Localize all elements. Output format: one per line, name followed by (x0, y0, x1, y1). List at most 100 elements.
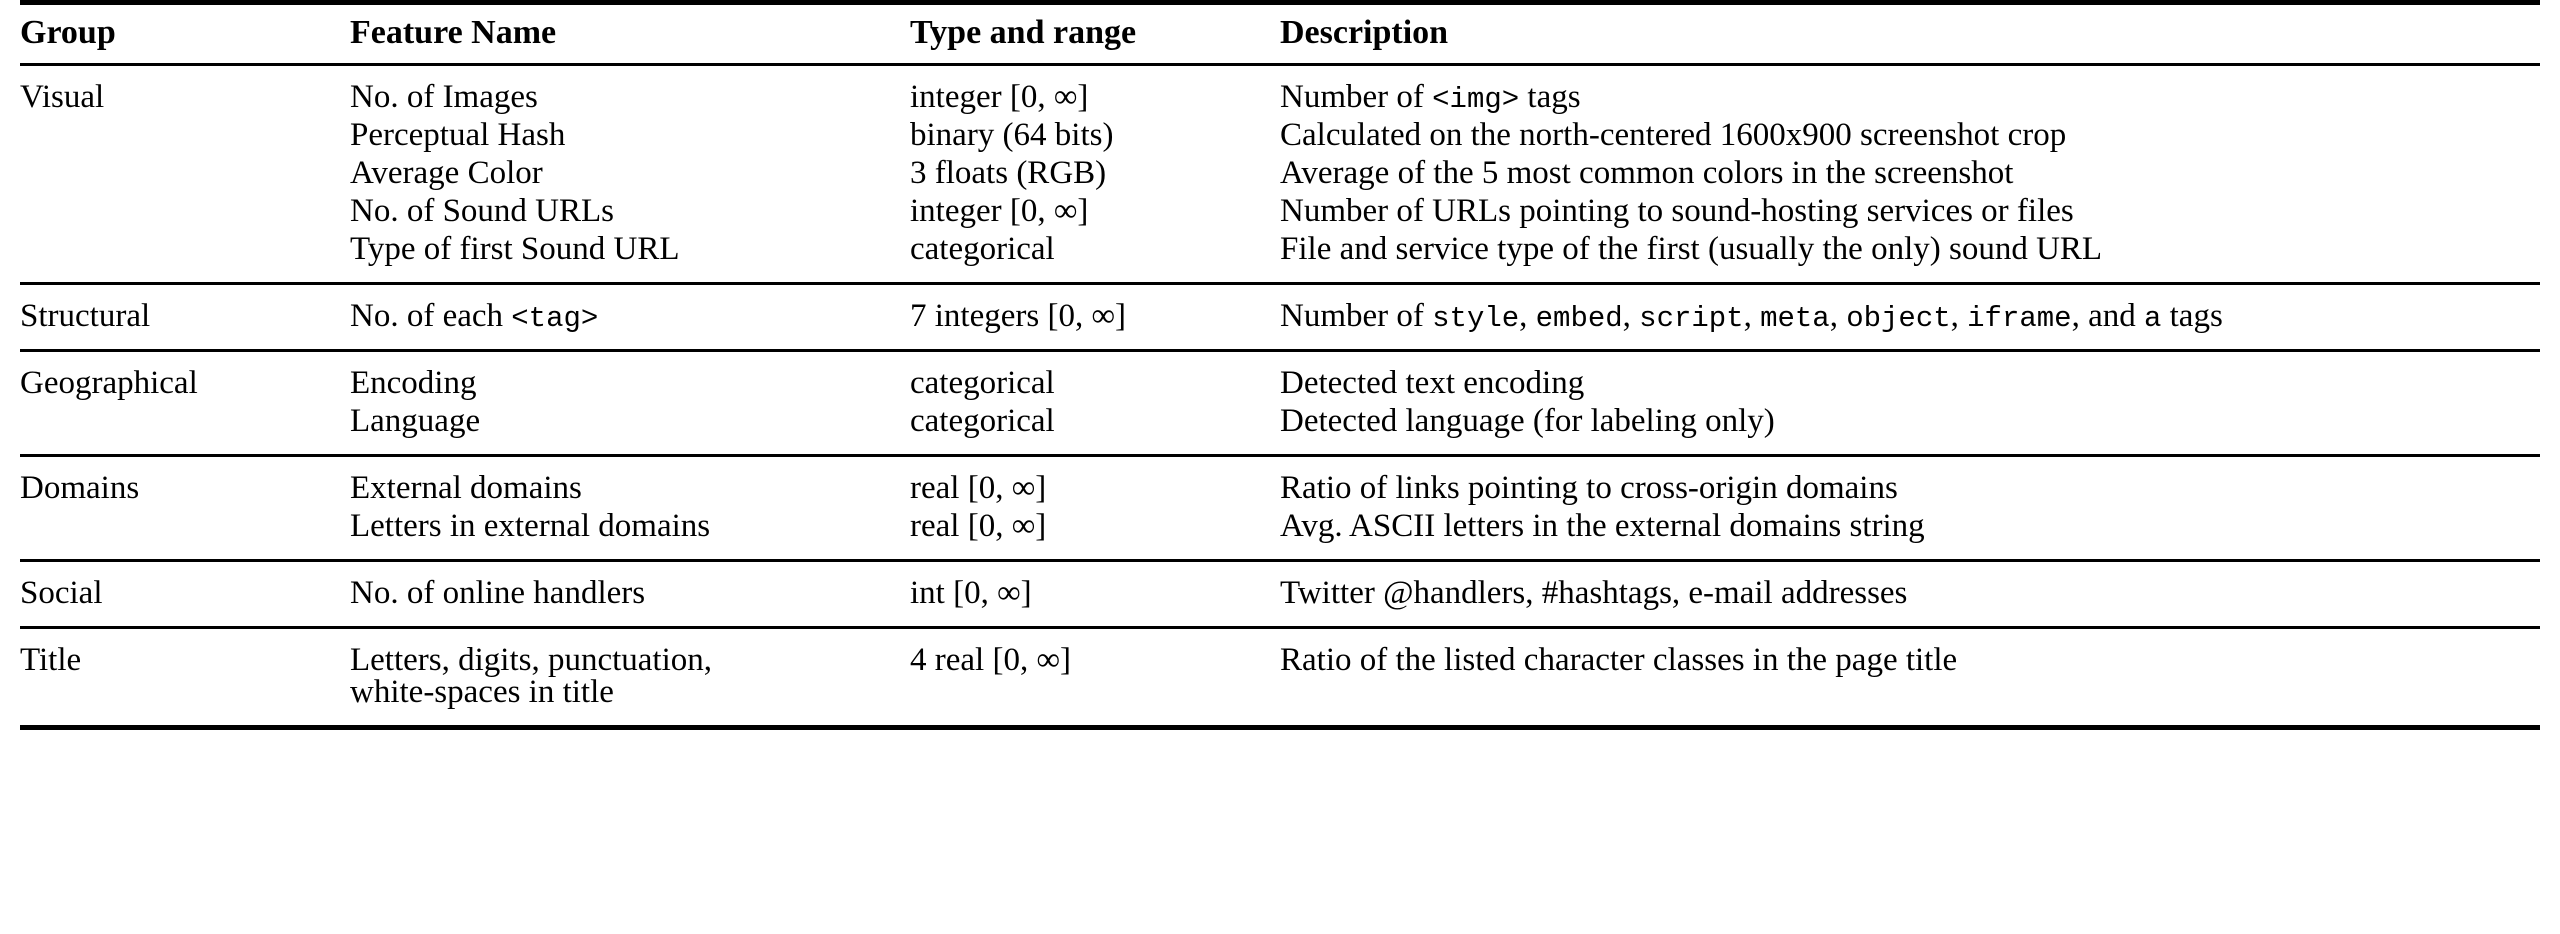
feature-type: categorical (910, 403, 1055, 439)
table-header: Group Feature Name Type and range Descri… (20, 2, 2540, 65)
column-header-type-and-range: Type and range (910, 14, 1137, 51)
cell-type-range: integer [0, ∞] (910, 189, 1280, 228)
cell-type-range: integer [0, ∞] (910, 65, 1280, 114)
feature-description: Number of <img> tags (1280, 79, 2540, 116)
description-text: , (1622, 298, 1640, 334)
cell-description: Calculated on the north-centered 1600x90… (1280, 113, 2540, 153)
table-row: Domains External domains real [0, ∞] Rat… (20, 456, 2540, 505)
cell-feature-name: External domains (350, 456, 910, 505)
description-text: , (1950, 298, 1968, 334)
cell-description: Detected language (for labeling only) (1280, 399, 2540, 456)
feature-name: No. of Sound URLs (350, 193, 615, 229)
cell-group: Visual (20, 65, 350, 114)
feature-type: integer [0, ∞] (910, 79, 1089, 115)
cell-group (20, 227, 350, 284)
feature-description: Average of the 5 most common colors in t… (1280, 155, 2014, 191)
description-text: , (1743, 298, 1761, 334)
feature-name: No. of online handlers (350, 575, 646, 611)
feature-description: Calculated on the north-centered 1600x90… (1280, 117, 2067, 153)
cell-description: Ratio of links pointing to cross-origin … (1280, 456, 2540, 505)
table-row: Type of first Sound URL categorical File… (20, 227, 2540, 284)
cell-type-range: 4 real [0, ∞] (910, 628, 1280, 728)
tag-name-code: script (1639, 302, 1744, 335)
cell-description: Avg. ASCII letters in the external domai… (1280, 504, 2540, 561)
tag-name-code: a (2143, 302, 2162, 335)
feature-type: binary (64 bits) (910, 117, 1114, 153)
table-row: No. of Sound URLs integer [0, ∞] Number … (20, 189, 2540, 229)
cell-group: Social (20, 561, 350, 628)
feature-description: Ratio of the listed character classes in… (1280, 642, 1958, 678)
description-text: Number of (1280, 298, 1433, 334)
feature-name: Encoding (350, 365, 477, 401)
cell-feature-name: Encoding (350, 351, 910, 400)
cell-group (20, 399, 350, 456)
column-header-feature-name: Feature Name (350, 14, 557, 51)
cell-group: Geographical (20, 351, 350, 400)
cell-group (20, 113, 350, 151)
group-label-visual: Visual (20, 79, 105, 115)
cell-type-range: categorical (910, 227, 1280, 284)
feature-description: Ratio of links pointing to cross-origin … (1280, 470, 1898, 506)
group-label-social: Social (20, 575, 103, 611)
cell-feature-name: Perceptual Hash (350, 113, 910, 153)
table-row: Social No. of online handlers int [0, ∞]… (20, 561, 2540, 628)
description-text: , (1519, 298, 1536, 334)
table-row: Visual No. of Images integer [0, ∞] Numb… (20, 65, 2540, 116)
feature-name: No. of Images (350, 79, 538, 115)
feature-type: 4 real [0, ∞] (910, 642, 1071, 678)
feature-description: File and service type of the first (usua… (1280, 231, 2103, 267)
feature-name: Letters in external domains (350, 508, 711, 544)
feature-name-line-1: Letters, digits, punctuation, (350, 642, 713, 678)
feature-name-text: No. of each (350, 298, 512, 334)
cell-feature-name: Letters in external domains (350, 504, 910, 561)
feature-name: Language (350, 403, 481, 439)
cell-group: Structural (20, 284, 350, 351)
table-row: Perceptual Hash binary (64 bits) Calcula… (20, 113, 2540, 153)
cell-type-range: 7 integers [0, ∞] (910, 284, 1280, 351)
cell-type-range: int [0, ∞] (910, 561, 1280, 628)
table-group-geographical: Geographical Encoding categorical Detect… (20, 350, 2540, 456)
cell-feature-name: No. of each <tag> (350, 284, 910, 351)
cell-description: Number of <img> tags (1280, 65, 2540, 116)
feature-name: Average Color (350, 155, 543, 191)
feature-type: int [0, ∞] (910, 575, 1032, 611)
cell-feature-name: Letters, digits, punctuation, white-spac… (350, 628, 910, 728)
feature-table: Group Feature Name Type and range Descri… (20, 0, 2540, 730)
group-label-geographical: Geographical (20, 365, 198, 401)
cell-description: Detected text encoding (1280, 351, 2540, 400)
cell-group: Title (20, 628, 350, 728)
feature-description: Number of URLs pointing to sound-hosting… (1280, 193, 2074, 229)
feature-type: 3 floats (RGB) (910, 155, 1107, 191)
cell-group (20, 189, 350, 227)
feature-type: real [0, ∞] (910, 508, 1047, 544)
tag-name-code: iframe (1967, 302, 2072, 335)
feature-type: categorical (910, 365, 1055, 401)
table-group-title: Title Letters, digits, punctuation, whit… (20, 627, 2540, 728)
feature-name: No. of each <tag> (350, 298, 910, 335)
cell-feature-name: No. of Images (350, 65, 910, 114)
feature-name: Type of first Sound URL (350, 231, 680, 267)
cell-description: Ratio of the listed character classes in… (1280, 628, 2540, 728)
cell-feature-name: Language (350, 399, 910, 456)
table-row: Letters in external domains real [0, ∞] … (20, 504, 2540, 561)
table-group-social: Social No. of online handlers int [0, ∞]… (20, 560, 2540, 628)
description-text-pre: Number of (1280, 79, 1433, 115)
group-label-structural: Structural (20, 298, 151, 334)
cell-feature-name: Type of first Sound URL (350, 227, 910, 284)
feature-name: Perceptual Hash (350, 117, 566, 153)
cell-group: Domains (20, 456, 350, 505)
table-group-structural: Structural No. of each <tag> 7 integers … (20, 283, 2540, 351)
table-group-domains: Domains External domains real [0, ∞] Rat… (20, 455, 2540, 561)
cell-description: Number of URLs pointing to sound-hosting… (1280, 189, 2540, 229)
column-header-group: Group (20, 14, 116, 51)
cell-description: Twitter @handlers, #hashtags, e-mail add… (1280, 561, 2540, 628)
cell-type-range: categorical (910, 351, 1280, 400)
group-label-title: Title (20, 642, 82, 678)
feature-type: 7 integers [0, ∞] (910, 298, 1126, 334)
cell-type-range: categorical (910, 399, 1280, 456)
column-header-description: Description (1280, 14, 1449, 51)
table-row: Title Letters, digits, punctuation, whit… (20, 628, 2540, 728)
feature-description: Avg. ASCII letters in the external domai… (1280, 508, 1925, 544)
description-text: , and (2071, 298, 2144, 334)
cell-group (20, 504, 350, 561)
